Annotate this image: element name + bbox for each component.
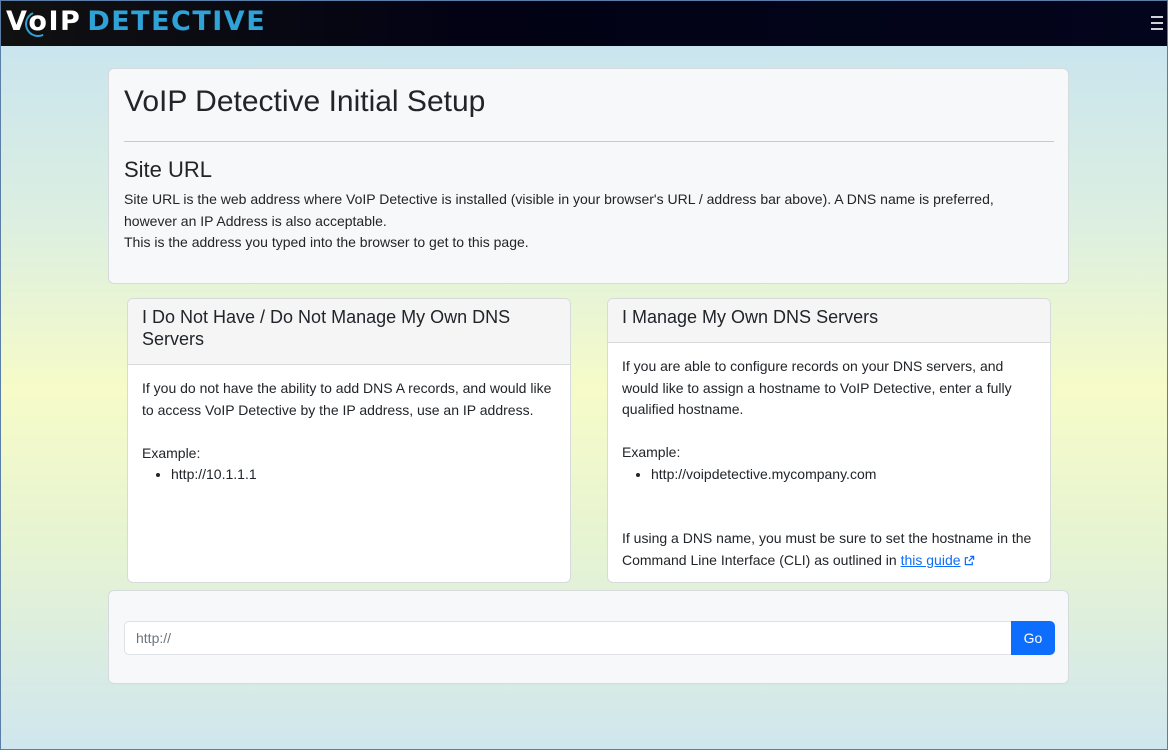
no-dns-option-card: I Do Not Have / Do Not Manage My Own DNS… bbox=[127, 298, 571, 583]
page-title: VoIP Detective Initial Setup bbox=[124, 85, 486, 118]
own-dns-example-item: http://voipdetective.mycompany.com bbox=[651, 464, 1036, 486]
no-dns-example-item: http://10.1.1.1 bbox=[171, 464, 556, 486]
logo-detective-text: DETECTIVE bbox=[87, 6, 267, 37]
go-button[interactable]: Go bbox=[1011, 621, 1055, 655]
initial-setup-card: VoIP Detective Initial Setup Site URL Si… bbox=[108, 68, 1069, 284]
site-url-form-card: Go bbox=[108, 590, 1069, 684]
own-dns-example-label: Example: bbox=[622, 444, 681, 460]
own-dns-description: If you are able to configure records on … bbox=[622, 358, 1012, 417]
external-link-icon bbox=[964, 555, 974, 565]
logo-o-letter: o bbox=[21, 5, 56, 41]
hamburger-menu-icon[interactable] bbox=[1151, 16, 1163, 30]
no-dns-card-body: If you do not have the ability to add DN… bbox=[128, 365, 570, 499]
logo-voip-text: Vo IP bbox=[6, 5, 81, 41]
site-url-description-line-2: This is the address you typed into the b… bbox=[124, 234, 529, 250]
own-dns-option-card: I Manage My Own DNS Servers If you are a… bbox=[607, 298, 1051, 583]
site-url-input[interactable] bbox=[124, 621, 1012, 655]
voip-detective-logo[interactable]: Vo IP DETECTIVE bbox=[6, 5, 267, 41]
cli-hostname-note: If using a DNS name, you must be sure to… bbox=[622, 528, 1036, 571]
site-url-description-line-1: Site URL is the web address where VoIP D… bbox=[124, 191, 994, 229]
site-url-description: Site URL is the web address where VoIP D… bbox=[124, 189, 1044, 254]
divider bbox=[124, 141, 1054, 142]
top-navbar: Vo IP DETECTIVE bbox=[1, 1, 1167, 46]
no-dns-example-label: Example: bbox=[142, 444, 201, 461]
own-dns-card-title: I Manage My Own DNS Servers bbox=[608, 299, 1050, 343]
no-dns-example-list: http://10.1.1.1 bbox=[142, 464, 556, 486]
this-guide-link[interactable]: this guide bbox=[901, 552, 975, 568]
no-dns-card-title: I Do Not Have / Do Not Manage My Own DNS… bbox=[128, 299, 570, 365]
no-dns-description: If you do not have the ability to add DN… bbox=[142, 380, 552, 418]
own-dns-example-list: http://voipdetective.mycompany.com bbox=[622, 464, 1036, 486]
own-dns-card-body: If you are able to configure records on … bbox=[608, 343, 1050, 582]
site-url-heading: Site URL bbox=[124, 157, 213, 182]
